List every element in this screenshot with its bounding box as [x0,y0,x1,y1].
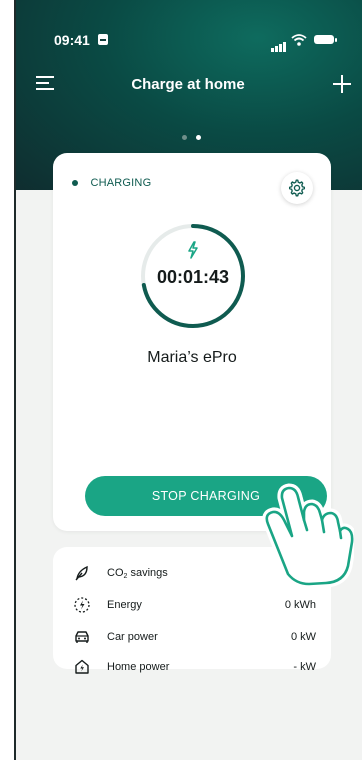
gear-icon [288,179,306,197]
status-dot [72,179,78,186]
energy-value: 0 kWh [284,599,316,611]
stat-row-car-power: Car power 0 kW [53,629,331,649]
status-time: 09:41 [54,32,90,48]
stat-row-energy: Energy 0 kWh [53,597,331,617]
stat-row-home-power: Home power - kW [53,659,331,679]
car-power-label: Car power [107,631,158,643]
wifi-icon [291,33,307,51]
device-name: Maria’s ePro [147,349,237,366]
status-bar: 09:41 [14,30,362,52]
charging-progress-ring: 00:01:43 [138,221,248,331]
add-charger-button[interactable] [332,74,352,94]
charging-status: CHARGING [72,174,151,192]
elapsed-timer: 00:01:43 [156,267,230,287]
energy-icon [74,597,90,613]
co2-savings-label: CO2 savings [107,567,168,580]
status-label: CHARGING [90,176,152,189]
leaf-icon [75,565,88,581]
car-icon [75,631,89,643]
bolt-icon [188,241,198,259]
car-power-value: 0 kW [290,631,316,643]
phone-screen: 09:41 Charge at home CHARGING 00:01:43 M… [14,0,362,760]
page-indicator [182,127,206,145]
home-power-value: - kW [293,661,316,673]
home-power-icon [75,659,89,674]
home-power-label: Home power [107,661,170,673]
page-dot-active[interactable] [196,135,202,140]
settings-button[interactable] [281,172,313,204]
battery-icon [314,35,337,44]
cellular-signal-icon [271,34,287,52]
page-dot[interactable] [182,135,187,140]
tap-hand-icon [262,483,354,589]
energy-label: Energy [107,599,142,611]
status-badge-icon [98,34,108,45]
page-title: Charge at home [131,76,245,93]
